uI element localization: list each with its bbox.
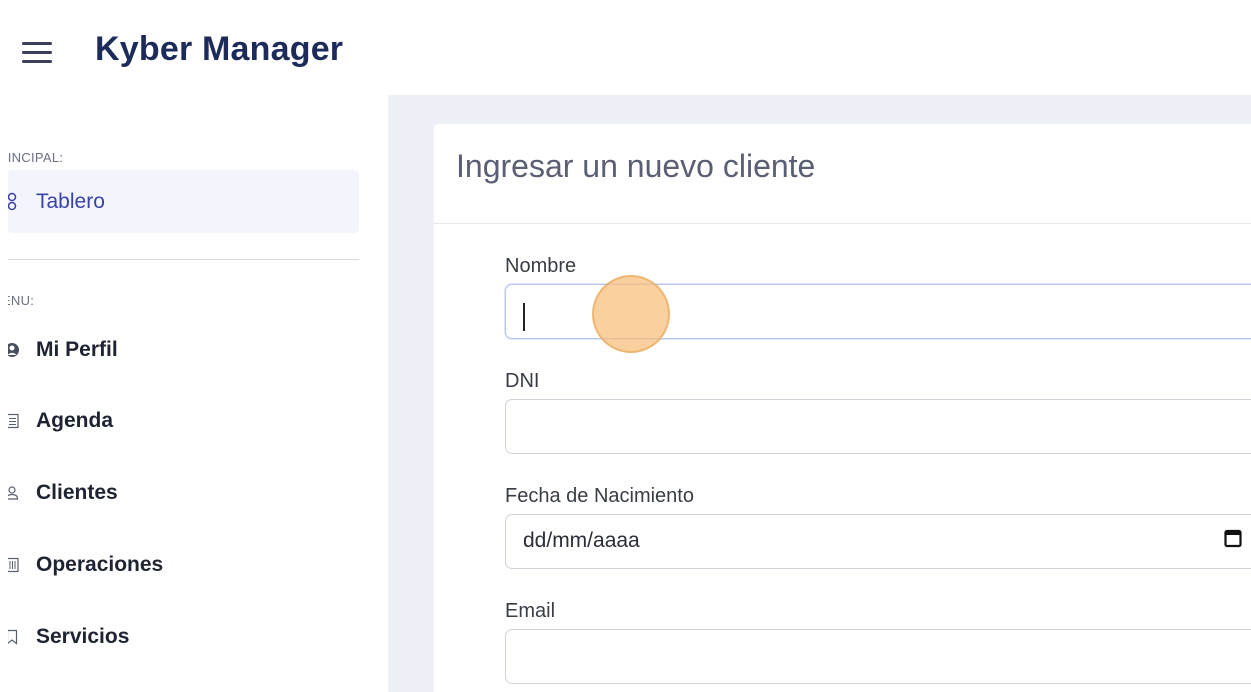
text-cursor	[523, 303, 525, 331]
sidebar-divider	[8, 259, 359, 260]
sidebar-item-label: Mi Perfil	[36, 337, 118, 361]
sidebar-item-label: Servicios	[36, 624, 130, 648]
sidebar-item-agenda[interactable]: Agenda	[8, 389, 359, 452]
sidebar-item-label: Operaciones	[36, 552, 164, 576]
calendar-picker-icon[interactable]	[1224, 528, 1242, 550]
operations-icon	[8, 555, 20, 575]
sidebar-item-label: Clientes	[36, 480, 118, 504]
dashboard-icon	[8, 192, 20, 212]
sidebar-item-mi-perfil[interactable]: Mi Perfil	[8, 318, 359, 381]
nombre-label: Nombre	[505, 255, 577, 277]
email-label: Email	[505, 600, 556, 622]
user-icon	[8, 483, 20, 503]
sidebar-item-label: Agenda	[36, 408, 114, 432]
top-header: Kyber Manager	[8, 6, 1251, 95]
profile-icon	[8, 340, 20, 360]
sidebar-item-servicios[interactable]: Servicios	[8, 605, 359, 668]
dni-input[interactable]	[505, 399, 1251, 454]
new-client-form-card: Ingresar un nuevo cliente Nombre DNI Fec…	[434, 124, 1251, 692]
page-title: Ingresar un nuevo cliente	[456, 148, 816, 184]
app-title: Kyber Manager	[95, 30, 344, 68]
dni-label: DNI	[505, 370, 540, 392]
section-heading-principal: RINCIPAL:	[8, 150, 64, 165]
sidebar-item-tablero[interactable]: Tablero	[8, 170, 359, 233]
date-placeholder: dd/mm/aaaa	[523, 529, 640, 552]
click-indicator	[592, 275, 670, 353]
sidebar-item-operaciones[interactable]: Operaciones	[8, 533, 359, 596]
email-input[interactable]	[505, 629, 1251, 684]
sidebar-item-label: Tablero	[36, 189, 105, 213]
card-divider	[434, 223, 1251, 224]
app-window: Kyber Manager RINCIPAL: Tablero IENU:	[8, 6, 1251, 692]
sidebar: RINCIPAL: Tablero IENU: Mi Perfil	[8, 95, 388, 692]
hamburger-icon[interactable]	[22, 40, 52, 64]
section-heading-menu: IENU:	[8, 293, 35, 308]
calendar-icon	[8, 411, 20, 431]
bookmark-icon	[8, 627, 20, 647]
sidebar-item-clientes[interactable]: Clientes	[8, 461, 359, 524]
fecha-nacimiento-label: Fecha de Nacimiento	[505, 485, 694, 507]
